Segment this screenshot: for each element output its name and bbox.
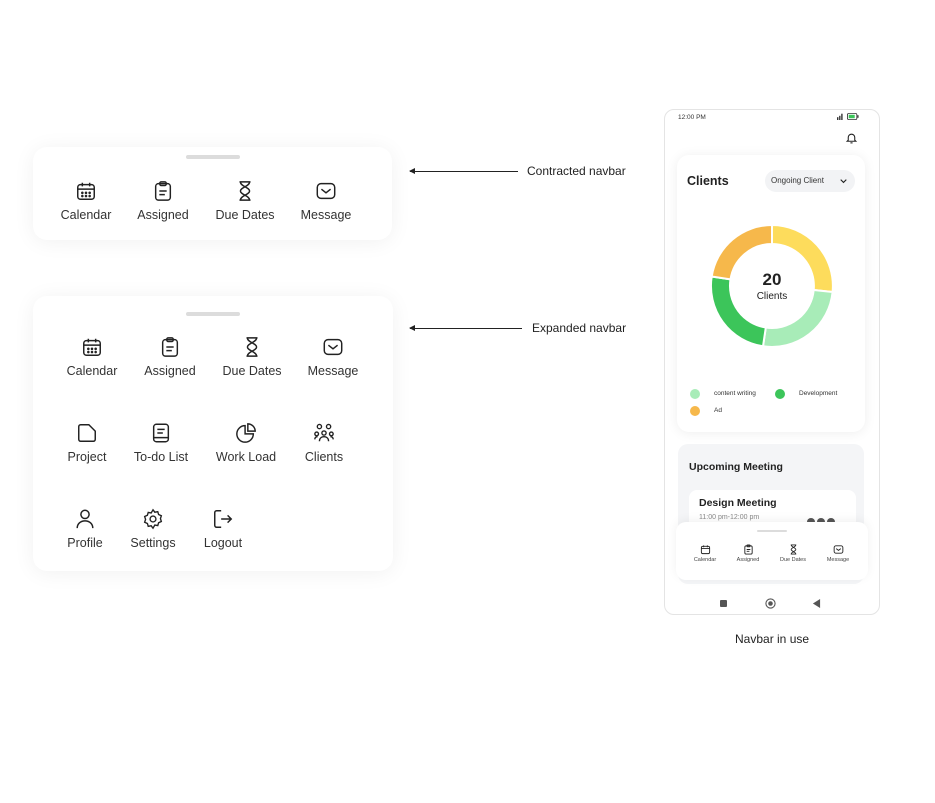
hourglass-icon [790,544,796,555]
nav-label: Due Dates [215,208,275,222]
nav-item-assigned[interactable]: Assigned [728,544,768,563]
contracted-navbar: Calendar Assigned Due Dates Message [33,147,392,240]
annotation-arrow [409,168,518,174]
nav-item-project[interactable]: Project [47,422,127,464]
nav-label: Assigned [137,208,189,222]
clients-card: Clients Ongoing Client 20 Clients conten… [677,155,865,432]
nav-item-due-dates[interactable]: Due Dates [205,180,285,222]
annotation-in-use: Navbar in use [735,632,810,646]
pie-chart-icon [236,423,256,443]
home-button[interactable] [765,598,776,609]
bell-icon[interactable] [845,131,858,145]
nav-item-calendar[interactable]: Calendar [46,180,126,222]
nav-item-logout[interactable]: Logout [183,508,263,550]
nav-label: Message [307,364,359,378]
nav-item-assigned[interactable]: Assigned [123,180,203,222]
filter-value: Ongoing Client [771,176,824,185]
nav-label: To-do List [133,450,189,464]
nav-label: Message [826,557,850,563]
nav-label: Logout [203,536,243,550]
nav-item-due-dates[interactable]: Due Dates [773,544,813,563]
nav-item-todo-list[interactable]: To-do List [121,422,201,464]
meeting-time: 11:00 pm-12:00 pm [699,514,760,521]
legend-label-ad: Ad [714,407,722,414]
nav-label: Message [300,208,352,222]
legend-dot-content-writing [690,389,700,399]
nav-item-calendar[interactable]: Calendar [52,336,132,378]
nav-label: Clients [304,450,344,464]
nav-label: Settings [130,536,176,550]
signal-icon [837,113,843,120]
legend-dot-development [775,389,785,399]
nav-label: Work Load [215,450,277,464]
mail-icon [323,338,343,356]
mail-icon [833,545,843,554]
clients-title: Clients [687,174,729,188]
navbar-in-use: Calendar Assigned Due Dates Message [676,522,868,580]
nav-item-work-load[interactable]: Work Load [206,422,286,464]
user-icon [76,509,94,529]
nav-label: Project [67,450,107,464]
clipboard-icon [743,544,753,555]
nav-item-clients[interactable]: Clients [284,422,364,464]
nav-item-settings[interactable]: Settings [113,508,193,550]
nav-label: Due Dates [780,557,806,563]
nav-label: Assigned [736,557,760,563]
annotation-expanded: Expanded navbar [532,321,627,335]
meeting-section-title: Upcoming Meeting [689,461,783,473]
legend-label-content-writing: content writing [714,390,756,397]
hourglass-icon [239,181,251,201]
nav-label: Calendar [60,208,112,222]
back-button[interactable] [812,599,821,608]
nav-item-message[interactable]: Message [818,544,858,563]
legend-label-development: Development [799,390,838,397]
chevron-down-icon [840,179,847,184]
recent-apps-button[interactable] [720,600,727,607]
client-filter-dropdown[interactable]: Ongoing Client [765,170,855,192]
nav-label: Calendar [693,557,717,563]
drag-handle[interactable] [757,530,787,532]
nav-label: Assigned [144,364,196,378]
nav-item-message[interactable]: Message [286,180,366,222]
calendar-icon [83,338,101,356]
drag-handle[interactable] [186,312,240,316]
clients-total: 20 [762,270,782,289]
calendar-icon [700,545,710,555]
annotation-arrow [409,325,522,331]
nav-label: Calendar [66,364,118,378]
clipboard-icon [154,181,172,201]
meeting-title: Design Meeting [699,497,777,509]
clients-total-label: Clients [756,291,788,302]
battery-icon [847,113,859,120]
nav-label: Due Dates [222,364,282,378]
drag-handle[interactable] [185,155,240,159]
nav-item-assigned[interactable]: Assigned [130,336,210,378]
nav-item-due-dates[interactable]: Due Dates [212,336,292,378]
status-time: 12:00 PM [678,114,706,121]
nav-item-calendar[interactable]: Calendar [685,544,725,563]
mail-icon [316,182,336,200]
legend-dot-ad [690,406,700,416]
logout-icon [214,510,233,528]
nav-label: Profile [67,536,103,550]
nav-item-message[interactable]: Message [293,336,373,378]
folder-icon [78,424,96,442]
hourglass-icon [246,337,258,357]
people-icon [314,423,334,442]
phone-mockup: 12:00 PM Clients Ongoing Client 20 Clien… [664,109,880,615]
annotation-contracted: Contracted navbar [527,164,626,178]
notebook-icon [152,423,170,443]
expanded-navbar: Calendar Assigned Due Dates Message Proj… [33,296,393,571]
calendar-icon [77,182,95,200]
clipboard-icon [161,337,179,357]
gear-icon [143,508,163,530]
